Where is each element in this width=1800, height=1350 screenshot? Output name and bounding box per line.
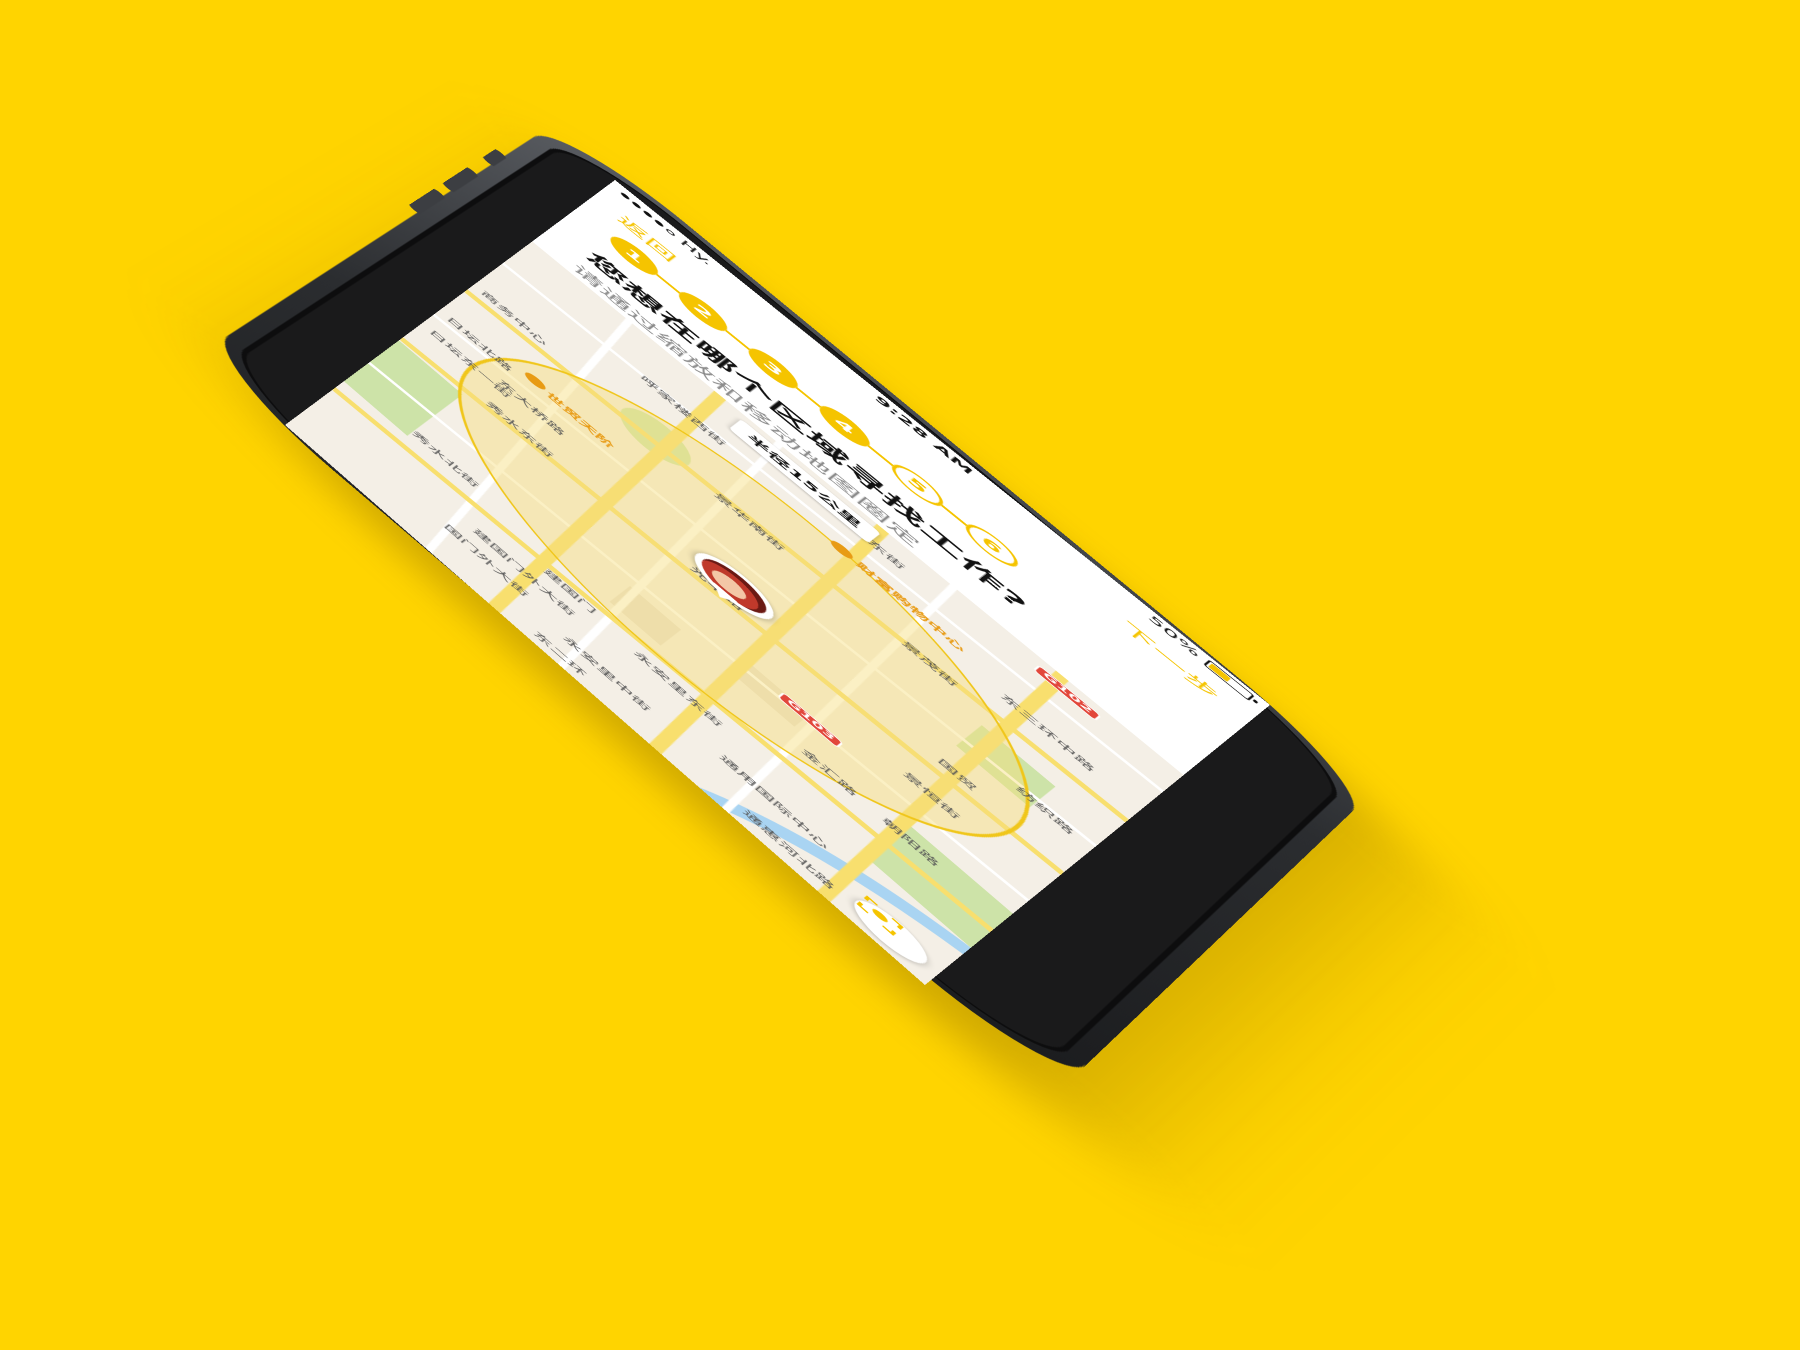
step-connector (796, 386, 822, 408)
volume-down-button (408, 188, 446, 215)
step-connector (656, 273, 681, 294)
mute-switch (482, 148, 507, 167)
stage: Hy. 9:28 AM 50% 返回 下一步 1 2 3 4 5 6 您想在哪个… (0, 0, 1800, 1350)
battery-fill (1208, 663, 1231, 682)
map-canvas (284, 241, 1184, 985)
volume-up-button (441, 166, 479, 193)
step-connector (867, 445, 894, 467)
map-view[interactable]: G102 G103 财富购物中心 世贸天阶 光华路 景华南街 景茂街 东三环中路… (284, 241, 1184, 985)
step-connector (725, 329, 751, 350)
step-connector (941, 504, 968, 526)
